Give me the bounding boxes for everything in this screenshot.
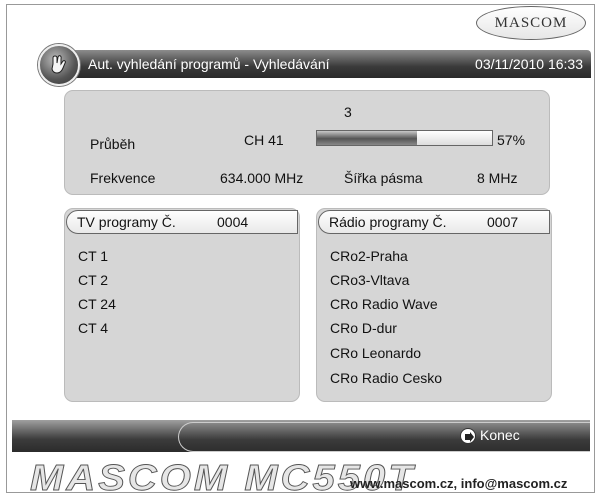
tv-header-label: TV programy Č. [77, 214, 176, 230]
tv-list-item: CT 24 [78, 296, 116, 312]
logo-text: MASCOM [494, 15, 568, 31]
found-count: 3 [344, 104, 352, 120]
tv-list-item: CT 2 [78, 272, 109, 288]
radio-list-item: CRo3-Vltava [330, 272, 410, 288]
radio-header-count: 0007 [487, 214, 519, 230]
tv-list-header: TV programy Č. 0004 [66, 210, 298, 234]
frequency-value: 634.000 MHz [220, 170, 304, 186]
tv-list-item: CT 4 [78, 320, 109, 336]
exit-button[interactable]: Konec [480, 427, 520, 443]
progress-bar [316, 130, 493, 146]
channel-value: CH 41 [244, 132, 284, 148]
page-title: Aut. vyhledání programů - Vyhledávání [88, 56, 330, 72]
frequency-label: Frekvence [90, 170, 156, 186]
exit-icon [460, 428, 476, 444]
hand-icon [38, 44, 80, 86]
title-bar: Aut. vyhledání programů - Vyhledávání 03… [60, 50, 591, 78]
radio-list-item: CRo Leonardo [330, 345, 422, 361]
bottom-pill [178, 422, 590, 452]
progress-percent: 57% [497, 132, 526, 148]
website-contact: www.mascom.cz, info@mascom.cz [350, 476, 568, 491]
radio-list-header: Rádio programy Č. 0007 [318, 210, 550, 234]
progress-fill [317, 131, 417, 145]
tv-list-item: CT 1 [78, 248, 109, 264]
brand-logo: MASCOM [476, 6, 586, 40]
radio-list-item: CRo Radio Wave [330, 296, 438, 312]
radio-list-item: CRo D-dur [330, 320, 397, 336]
radio-list-item: CRo2-Praha [330, 248, 408, 264]
datetime: 03/11/2010 16:33 [475, 56, 583, 72]
radio-header-label: Rádio programy Č. [329, 214, 447, 230]
progress-label: Průběh [90, 136, 136, 152]
bandwidth-value: 8 MHz [477, 170, 518, 186]
radio-list-item: CRo Radio Cesko [330, 370, 443, 386]
tv-header-count: 0004 [217, 214, 249, 230]
bandwidth-label: Šířka pásma [344, 170, 423, 186]
